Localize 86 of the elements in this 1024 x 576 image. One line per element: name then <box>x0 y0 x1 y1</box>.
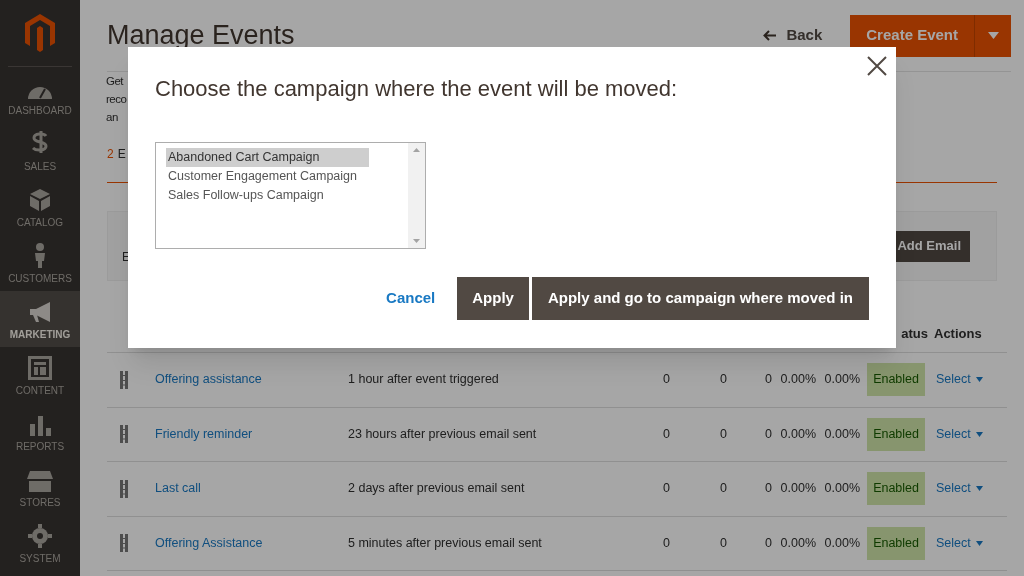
drag-handle-icon <box>120 479 128 498</box>
select-dropdown[interactable]: Select <box>936 370 983 390</box>
sidebar-item[interactable]: CUSTOMERS <box>0 235 80 291</box>
table-cell-text: 0 <box>720 534 727 552</box>
table-cell-text: 0 <box>720 480 727 498</box>
event-link[interactable]: Offering assistance <box>155 370 262 390</box>
select-dropdown[interactable]: Select <box>936 533 983 553</box>
list-option[interactable]: Abandoned Cart Campaign <box>166 148 369 167</box>
drag-handle-icon <box>120 534 128 553</box>
table-cell-text: 1 hour after event triggered <box>348 371 499 389</box>
person-icon <box>32 243 48 268</box>
sidebar-item[interactable]: CONTENT <box>0 347 80 403</box>
scroll-down-icon <box>413 239 420 243</box>
table-cell-text: 0 <box>663 425 670 443</box>
create-event-button[interactable]: Create Event <box>850 14 974 57</box>
list-option[interactable]: Customer Engagement Campaign <box>166 167 369 186</box>
event-count-label: E <box>117 146 126 163</box>
storefront-icon <box>27 470 53 492</box>
select-dropdown[interactable]: Select <box>936 479 983 499</box>
arrow-left-icon <box>763 30 777 41</box>
campaign-list[interactable]: Abandoned Cart Campaign Customer Engagement Campaign Sales Follow-ups Campaign <box>155 142 426 249</box>
status-label: Enabled <box>867 417 925 451</box>
caret-icon <box>987 32 999 39</box>
column-header: atus <box>901 324 929 343</box>
box-icon <box>28 187 52 212</box>
scroll-up-icon <box>413 148 420 152</box>
table-cell-text: 2 days after previous email sent <box>348 480 525 498</box>
caret-icon <box>975 431 983 437</box>
table-cell-text: 0.00% <box>824 371 860 389</box>
table-cell-text: 0 <box>765 480 772 498</box>
apply-button[interactable]: Apply <box>457 277 529 320</box>
layout-icon <box>28 356 52 380</box>
bar-chart-icon <box>28 414 52 436</box>
status-label: Enabled <box>867 526 925 560</box>
column-header: Actions <box>933 324 983 343</box>
gear-icon <box>28 524 52 548</box>
cancel-link[interactable]: Cancel <box>386 287 436 310</box>
page-title: Manage Events <box>107 19 295 53</box>
list-option[interactable]: Sales Follow-ups Campaign <box>166 186 369 205</box>
sidebar-item[interactable]: MARKETING <box>0 291 80 347</box>
table-cell-text: 0 <box>663 480 670 498</box>
table-cell-text: 0.00% <box>780 371 816 389</box>
table-cell-text: 0 <box>765 371 772 389</box>
sidebar-item[interactable]: STORES <box>0 459 80 515</box>
caret-icon <box>975 377 983 383</box>
table-cell-text: 0 <box>720 371 727 389</box>
modal-title: Choose the campaign where the event will be moved: <box>155 75 679 103</box>
dropdown-toggle-button[interactable] <box>974 14 1011 57</box>
table-cell-text: 0 <box>765 425 772 443</box>
table-cell-text: 0 <box>765 534 772 552</box>
caret-icon <box>975 486 983 492</box>
select-dropdown[interactable]: Select <box>936 424 983 444</box>
close-icon <box>867 56 887 76</box>
megaphone-icon <box>28 300 52 324</box>
caret-icon <box>975 540 983 546</box>
event-link[interactable]: Offering Assistance <box>155 533 263 553</box>
status-label: Enabled <box>867 363 925 397</box>
table-cell-text: 5 minutes after previous email sent <box>348 534 542 552</box>
table-cell-text: 0.00% <box>780 425 816 443</box>
status-label: Enabled <box>867 472 925 506</box>
table-cell-text: 0 <box>663 534 670 552</box>
table-cell-text: 0.00% <box>780 480 816 498</box>
sidebar-item[interactable]: DASHBOARD <box>0 67 80 123</box>
intro-text: reco <box>106 92 127 107</box>
sidebar-item[interactable]: REPORTS <box>0 403 80 459</box>
event-link[interactable]: Last call <box>155 479 201 499</box>
back-link[interactable]: Back <box>763 24 823 47</box>
table-cell-text: 0 <box>663 371 670 389</box>
table-cell-text: 0.00% <box>824 480 860 498</box>
sidebar-item[interactable]: SYSTEM <box>0 515 80 571</box>
event-count: 2 <box>107 146 114 163</box>
sidebar-item[interactable]: CATALOG <box>0 179 80 235</box>
drag-handle-icon <box>120 370 128 389</box>
event-link[interactable]: Friendly reminder <box>155 424 253 444</box>
sidebar-item[interactable]: SALES <box>0 123 80 179</box>
table-cell-text: 0.00% <box>824 534 860 552</box>
close-button[interactable] <box>867 56 887 76</box>
table-cell-text: 0 <box>720 425 727 443</box>
logo-icon <box>25 14 55 52</box>
table-cell-text: 0.00% <box>824 425 860 443</box>
drag-handle-icon <box>120 425 128 444</box>
intro-text: an <box>106 110 118 125</box>
table-cell-text: 0.00% <box>780 534 816 552</box>
table-cell-text: 23 hours after previous email sent <box>348 425 537 443</box>
apply-and-go-button[interactable]: Apply and go to campaign where moved in <box>531 277 869 320</box>
intro-text: Get <box>106 74 124 89</box>
